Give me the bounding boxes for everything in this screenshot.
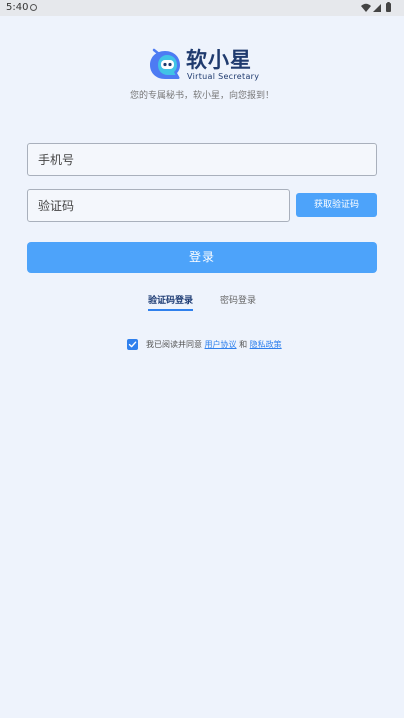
active-tab-indicator xyxy=(148,309,193,311)
phone-field[interactable] xyxy=(27,143,377,176)
status-icons xyxy=(360,2,394,14)
agreement-connector: 和 xyxy=(239,340,248,349)
chat-bubble-face-icon xyxy=(150,48,180,79)
login-button[interactable]: 登录 xyxy=(27,242,377,273)
check-icon xyxy=(128,341,137,348)
app-subtitle: Virtual Secretary xyxy=(187,72,260,81)
user-agreement-link[interactable]: 用户协议 xyxy=(205,340,237,349)
app-title: 软小星 xyxy=(186,48,252,72)
privacy-policy-link[interactable]: 隐私政策 xyxy=(250,340,282,349)
signal-icon xyxy=(373,4,381,12)
phone-input[interactable] xyxy=(28,144,376,175)
battery-icon xyxy=(386,2,391,12)
code-input[interactable] xyxy=(28,190,289,221)
brand-logo: 软小星 Virtual Secretary xyxy=(148,48,260,84)
status-bar: 5:40 xyxy=(0,0,404,16)
wifi-icon xyxy=(361,3,371,12)
code-field[interactable] xyxy=(27,189,290,222)
tab-code-login[interactable]: 验证码登录 xyxy=(148,294,193,308)
get-code-button[interactable]: 获取验证码 xyxy=(296,193,377,217)
agree-checkbox[interactable] xyxy=(127,339,138,350)
status-time: 5:40 xyxy=(6,2,29,13)
tab-password-login[interactable]: 密码登录 xyxy=(220,294,256,308)
agreement-text: 我已阅读并同意 用户协议 和 隐私政策 xyxy=(146,338,282,352)
circle-icon xyxy=(30,4,37,11)
tagline: 您的专属秘书，软小星，向您报到！ xyxy=(129,91,274,101)
agreement-prefix: 我已阅读并同意 xyxy=(146,340,202,349)
